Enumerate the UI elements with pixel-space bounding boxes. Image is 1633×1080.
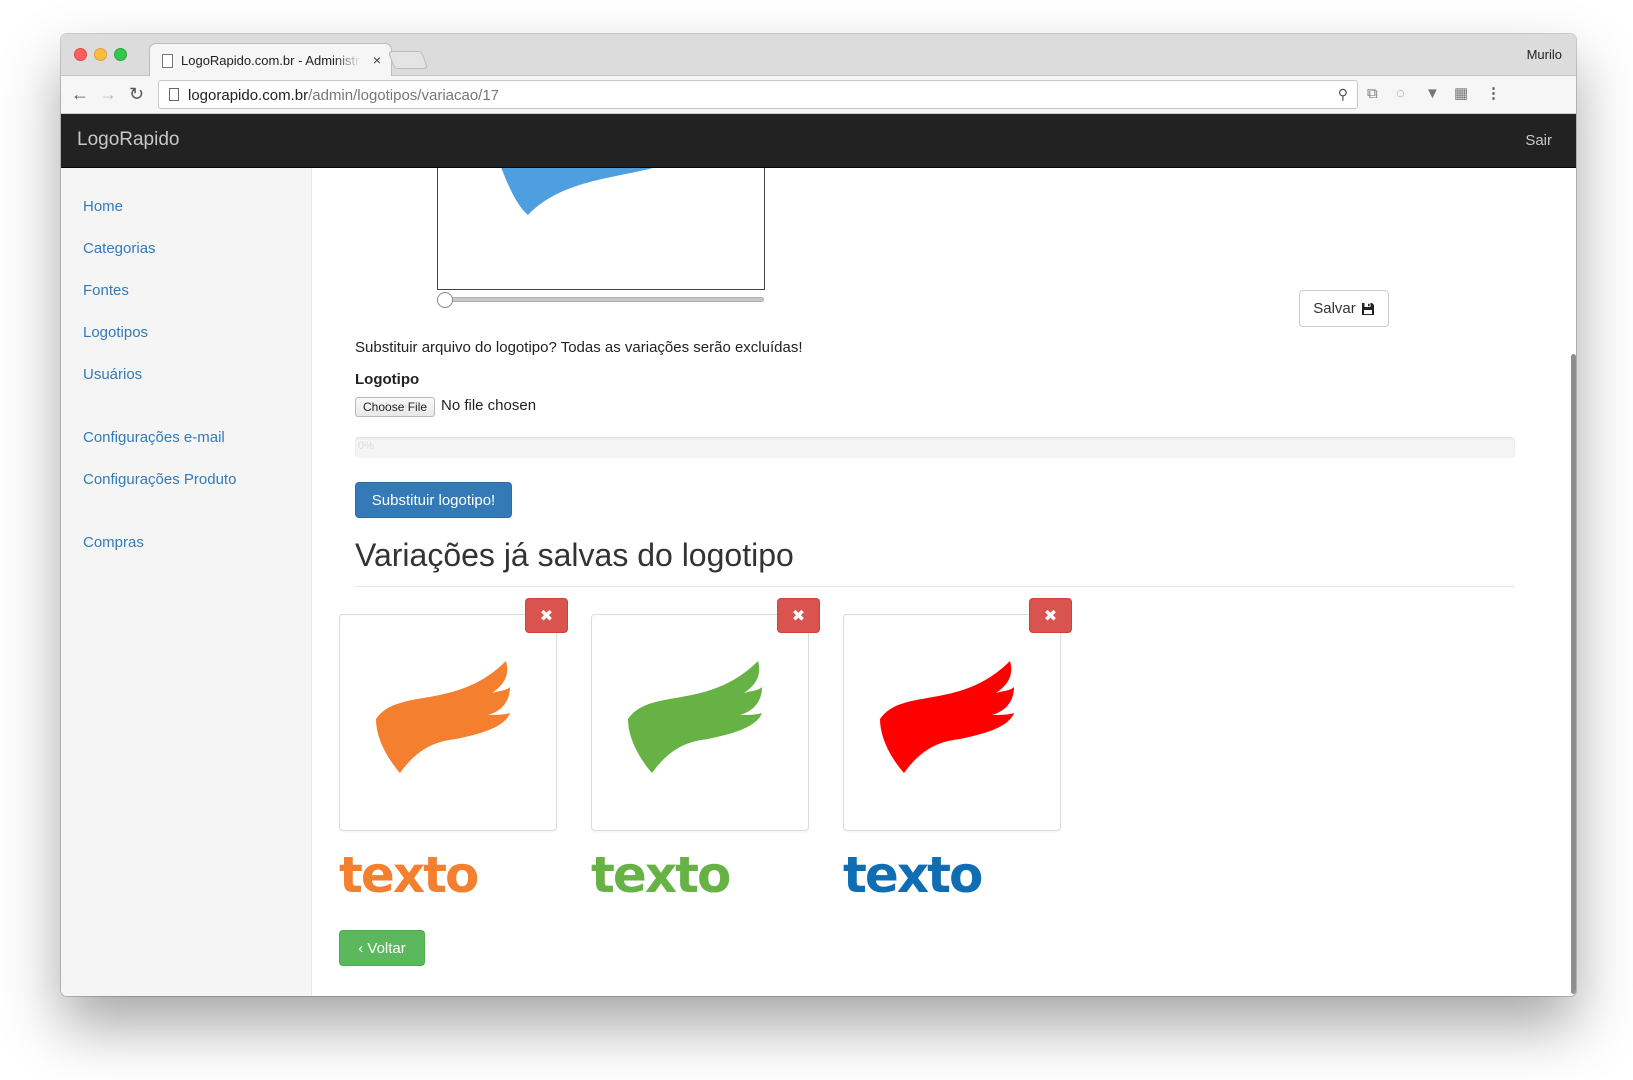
forward-arrow-icon[interactable]: → — [99, 84, 117, 104]
close-window-button[interactable] — [74, 48, 87, 61]
choose-file-button[interactable]: Choose File — [355, 397, 436, 417]
variation-thumbnail[interactable] — [339, 614, 557, 831]
page-icon — [162, 54, 173, 68]
variation-thumbnail[interactable] — [591, 614, 809, 831]
page-icon — [169, 88, 179, 101]
variation-card: ✖ texto — [843, 598, 1073, 958]
variation-card: ✖ texto — [339, 598, 569, 958]
sidebar-item-home[interactable]: Home — [83, 198, 123, 215]
variation-text-sample: texto — [843, 846, 983, 904]
save-button-label: Salvar — [1313, 300, 1356, 317]
logo-preview-canvas[interactable] — [437, 168, 765, 290]
preview-logo-wing — [501, 168, 653, 215]
url-path: /admin/logotipos/variacao/17 — [308, 87, 500, 104]
wing-logo-icon — [880, 661, 1014, 773]
replace-logo-button[interactable]: Substituir logotipo! — [355, 482, 512, 518]
back-button-label: Voltar — [367, 939, 406, 957]
save-button[interactable]: Salvar — [1299, 290, 1389, 327]
variations-heading: Variações já salvas do logotipo — [355, 537, 794, 573]
extension-grid-icon[interactable]: ▦ — [1454, 85, 1468, 103]
brand-link[interactable]: LogoRapido — [77, 129, 179, 151]
zoom-slider-thumb[interactable] — [437, 292, 453, 308]
variation-text-sample: texto — [339, 846, 479, 904]
main-content: Salvar Substituir arquivo do logotipo? T… — [312, 168, 1576, 996]
chevron-left-icon: ‹ — [358, 939, 364, 957]
zoom-slider-track[interactable] — [444, 297, 764, 302]
upload-progress-label: 0% — [358, 440, 374, 452]
sidebar-item-usuarios[interactable]: Usuários — [83, 366, 142, 383]
sidebar-item-fontes[interactable]: Fontes — [83, 282, 129, 299]
minimize-window-button[interactable] — [94, 48, 107, 61]
delete-variation-button[interactable]: ✖ — [525, 598, 568, 633]
browser-window: LogoRapido.com.br - Administração × Muri… — [61, 34, 1576, 996]
reload-icon[interactable]: ↻ — [129, 84, 144, 104]
sidebar: Home Categorias Fontes Logotipos Usuário… — [61, 168, 312, 996]
section-divider — [355, 586, 1515, 587]
wing-logo-icon — [376, 661, 510, 773]
variation-thumbnail[interactable] — [843, 614, 1061, 831]
delete-variation-button[interactable]: ✖ — [1029, 598, 1072, 633]
maximize-window-button[interactable] — [114, 48, 127, 61]
floppy-disk-icon — [1361, 302, 1374, 315]
tab-title: LogoRapido.com.br - Administração — [181, 53, 361, 68]
back-arrow-icon[interactable]: ← — [71, 84, 89, 104]
logo-field-label: Logotipo — [355, 371, 420, 388]
sidebar-item-config-produto[interactable]: Configurações Produto — [83, 471, 236, 488]
tab-strip: LogoRapido.com.br - Administração × Muri… — [61, 34, 1576, 77]
replace-warning-text: Substituir arquivo do logotipo? Todas as… — [355, 339, 803, 356]
url-text[interactable]: logorapido.com.br/admin/logotipos/variac… — [188, 87, 499, 104]
variation-card: ✖ texto — [591, 598, 821, 958]
page-scrollbar[interactable] — [1571, 354, 1576, 994]
key-icon[interactable]: ⚲ — [1338, 86, 1348, 103]
upload-progress-bar: 0% — [355, 437, 1515, 458]
more-menu-icon[interactable]: ⋮ — [1486, 85, 1501, 103]
extension-circle-icon[interactable]: ◌ — [1396, 85, 1405, 103]
wing-logo-icon — [628, 661, 762, 773]
sidebar-item-config-email[interactable]: Configurações e-mail — [83, 429, 225, 446]
browser-tab[interactable]: LogoRapido.com.br - Administração × — [149, 43, 392, 77]
sidebar-item-categorias[interactable]: Categorias — [83, 240, 156, 257]
new-tab-button[interactable] — [387, 51, 429, 69]
url-host: logorapido.com.br — [188, 87, 309, 104]
app-navbar: LogoRapido Sair — [61, 114, 1576, 168]
delete-variation-button[interactable]: ✖ — [777, 598, 820, 633]
cast-icon[interactable]: ⧉ — [1367, 85, 1378, 103]
variation-text-sample: texto — [591, 846, 731, 904]
file-status-text: No file chosen — [441, 397, 537, 414]
sidebar-item-compras[interactable]: Compras — [83, 534, 144, 551]
tab-close-icon[interactable]: × — [373, 52, 381, 68]
extension-v-icon[interactable]: ▼ — [1425, 85, 1440, 103]
address-bar[interactable]: logorapido.com.br/admin/logotipos/variac… — [158, 80, 1358, 109]
profile-name[interactable]: Murilo — [1527, 47, 1562, 62]
sidebar-item-logotipos[interactable]: Logotipos — [83, 324, 148, 341]
logout-link[interactable]: Sair — [1525, 132, 1552, 149]
back-button[interactable]: ‹ Voltar — [339, 930, 425, 966]
browser-toolbar: ← → ↻ logorapido.com.br/admin/logotipos/… — [61, 76, 1576, 114]
